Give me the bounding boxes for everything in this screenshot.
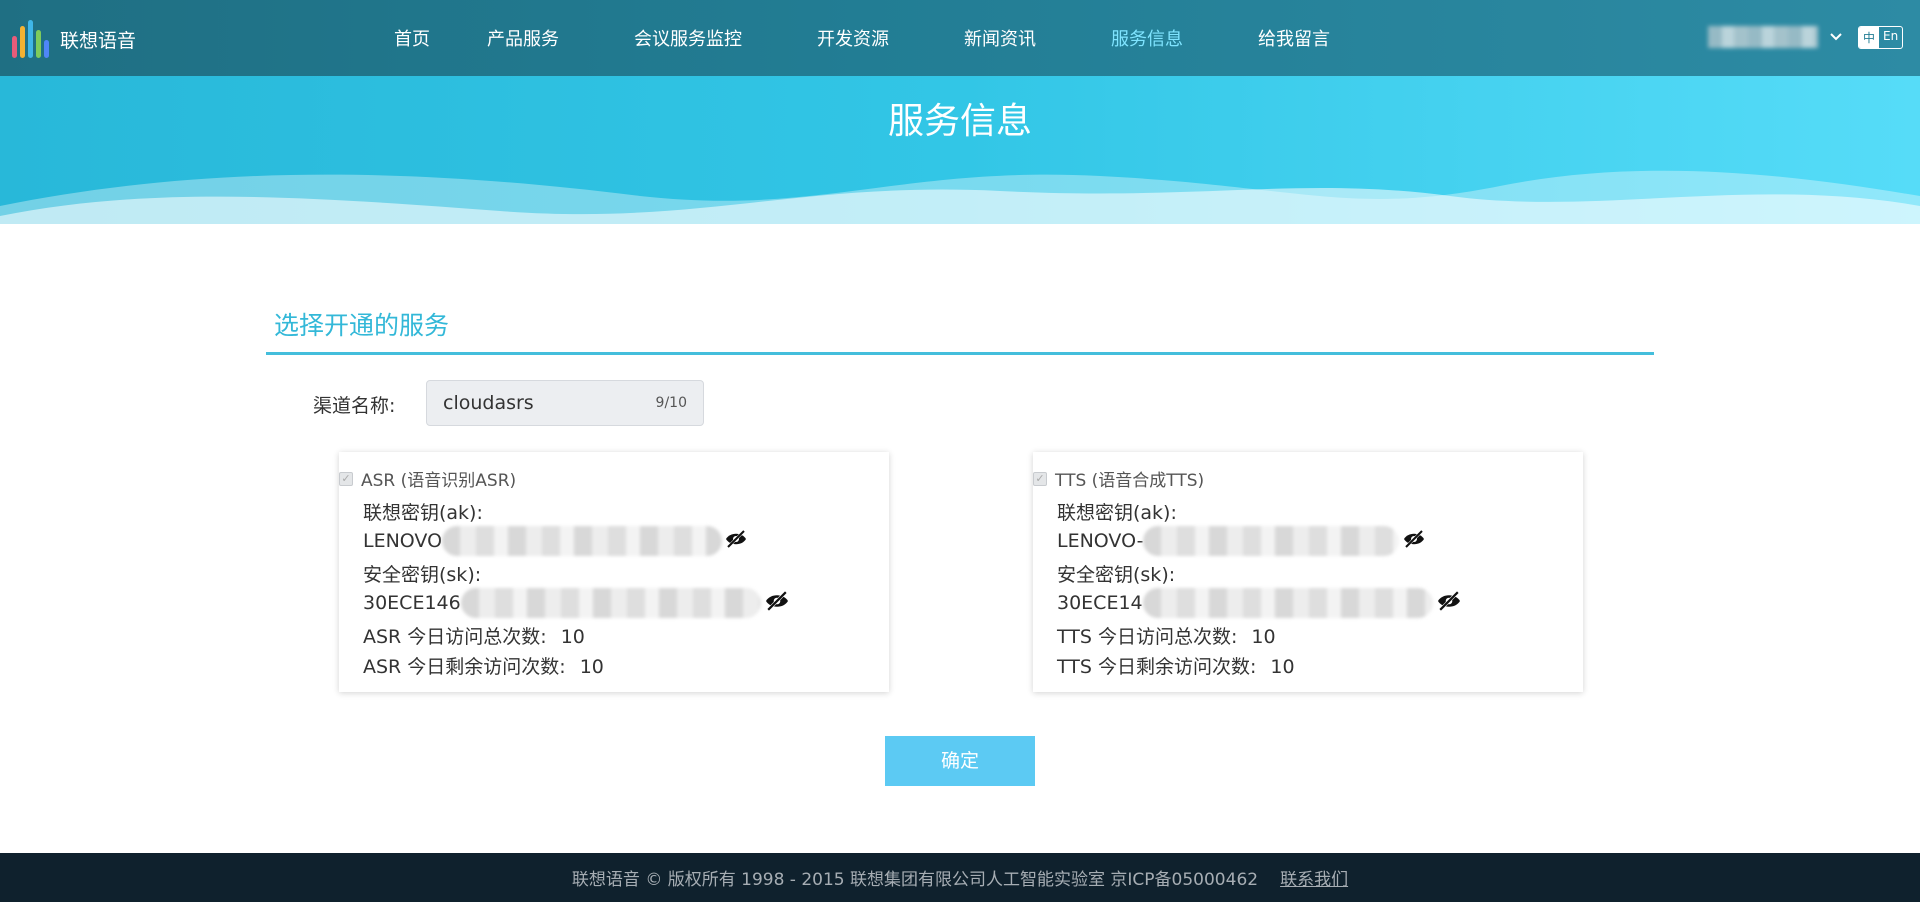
asr-ak-label: 联想密钥(ak): xyxy=(363,502,483,524)
eye-slash-icon[interactable] xyxy=(1435,590,1463,617)
asr-total-label: ASR 今日访问总次数: xyxy=(363,626,547,648)
nav-item-feedback[interactable]: 给我留言 xyxy=(1258,25,1330,51)
nav-item-service-info[interactable]: 服务信息 xyxy=(1111,25,1183,51)
username-redacted xyxy=(1708,26,1818,48)
tts-total-value: 10 xyxy=(1251,626,1276,648)
eye-slash-icon[interactable] xyxy=(763,590,791,617)
tts-ak-value: LENOVO- xyxy=(1057,530,1144,552)
chevron-down-icon[interactable] xyxy=(1830,29,1842,45)
tts-total-label: TTS 今日访问总次数: xyxy=(1057,626,1238,648)
top-navbar: 联想语音 首页 产品服务 会议服务监控 开发资源 新闻资讯 服务信息 给我留言 … xyxy=(0,0,1920,76)
page-banner: 服务信息 xyxy=(0,76,1920,226)
tts-total-row: TTS 今日访问总次数: 10 xyxy=(1057,622,1276,649)
tts-ak-row: LENOVO- xyxy=(1057,526,1427,556)
asr-remain-row: ASR 今日剩余访问次数: 10 xyxy=(363,652,604,679)
nav-item-products[interactable]: 产品服务 xyxy=(487,25,559,51)
eye-slash-icon[interactable] xyxy=(724,529,748,554)
tts-remain-value: 10 xyxy=(1270,656,1295,678)
footer-copyright: 联想语音 © 版权所有 1998 - 2015 联想集团有限公司人工智能实验室 … xyxy=(571,870,1259,890)
asr-ak-value: LENOVO xyxy=(363,530,443,552)
tts-service-card: ✓ TTS (语音合成TTS) 联想密钥(ak): LENOVO- 安全密钥(s… xyxy=(1033,452,1583,692)
footer: 联想语音 © 版权所有 1998 - 2015 联想集团有限公司人工智能实验室 … xyxy=(0,853,1920,902)
asr-ak-redacted xyxy=(442,526,723,556)
tts-sk-row: 30ECE14 xyxy=(1057,588,1463,618)
channel-name-value: cloudasrs xyxy=(443,392,534,414)
language-switch[interactable]: 中 En xyxy=(1858,26,1904,49)
tts-remain-label: TTS 今日剩余访问次数: xyxy=(1057,656,1257,678)
tts-checkbox[interactable]: ✓ xyxy=(1033,471,1047,486)
section-title: 选择开通的服务 xyxy=(274,311,450,340)
nav-item-dev-resources[interactable]: 开发资源 xyxy=(817,25,889,51)
asr-total-row: ASR 今日访问总次数: 10 xyxy=(363,622,585,649)
tts-sk-label: 安全密钥(sk): xyxy=(1057,564,1176,586)
wave-decoration xyxy=(0,170,1920,226)
logo[interactable]: 联想语音 xyxy=(12,20,136,58)
nav-item-meeting-monitor[interactable]: 会议服务监控 xyxy=(634,25,742,51)
eye-slash-icon[interactable] xyxy=(1401,529,1427,554)
tts-sk-value: 30ECE14 xyxy=(1057,592,1143,614)
asr-remain-label: ASR 今日剩余访问次数: xyxy=(363,656,566,678)
main-nav: 首页 产品服务 会议服务监控 开发资源 新闻资讯 服务信息 给我留言 xyxy=(394,0,1330,76)
asr-sk-row: 30ECE146 xyxy=(363,588,791,618)
asr-ak-row: LENOVO xyxy=(363,526,748,556)
channel-name-input[interactable]: cloudasrs 9/10 xyxy=(426,380,704,426)
tts-sk-redacted xyxy=(1142,588,1433,618)
char-counter: 9/10 xyxy=(655,395,687,411)
tts-ak-redacted xyxy=(1143,526,1400,556)
tts-remain-row: TTS 今日剩余访问次数: 10 xyxy=(1057,652,1295,679)
channel-name-label: 渠道名称: xyxy=(313,395,396,417)
asr-sk-label: 安全密钥(sk): xyxy=(363,564,482,586)
logo-text: 联想语音 xyxy=(60,29,137,52)
asr-checkbox-label: ASR (语音识别ASR) xyxy=(361,471,517,491)
asr-sk-value: 30ECE146 xyxy=(363,592,461,614)
tts-checkbox-label: TTS (语音合成TTS) xyxy=(1055,471,1205,491)
confirm-button[interactable]: 确定 xyxy=(885,736,1035,786)
asr-service-card: ✓ ASR (语音识别ASR) 联想密钥(ak): LENOVO 安全密钥(sk… xyxy=(339,452,889,692)
asr-total-value: 10 xyxy=(560,626,585,648)
nav-item-news[interactable]: 新闻资讯 xyxy=(964,25,1036,51)
section-divider xyxy=(266,352,1654,355)
logo-icon xyxy=(12,20,52,58)
nav-item-home[interactable]: 首页 xyxy=(394,25,430,51)
asr-sk-redacted xyxy=(460,588,761,618)
tts-ak-label: 联想密钥(ak): xyxy=(1057,502,1177,524)
contact-us-link[interactable]: 联系我们 xyxy=(1280,865,1348,890)
lang-en[interactable]: En xyxy=(1879,27,1902,48)
page-title: 服务信息 xyxy=(887,101,1032,142)
asr-checkbox[interactable]: ✓ xyxy=(339,471,353,486)
user-menu[interactable] xyxy=(1708,26,1842,48)
lang-zh[interactable]: 中 xyxy=(1859,27,1880,48)
asr-remain-value: 10 xyxy=(579,656,604,678)
